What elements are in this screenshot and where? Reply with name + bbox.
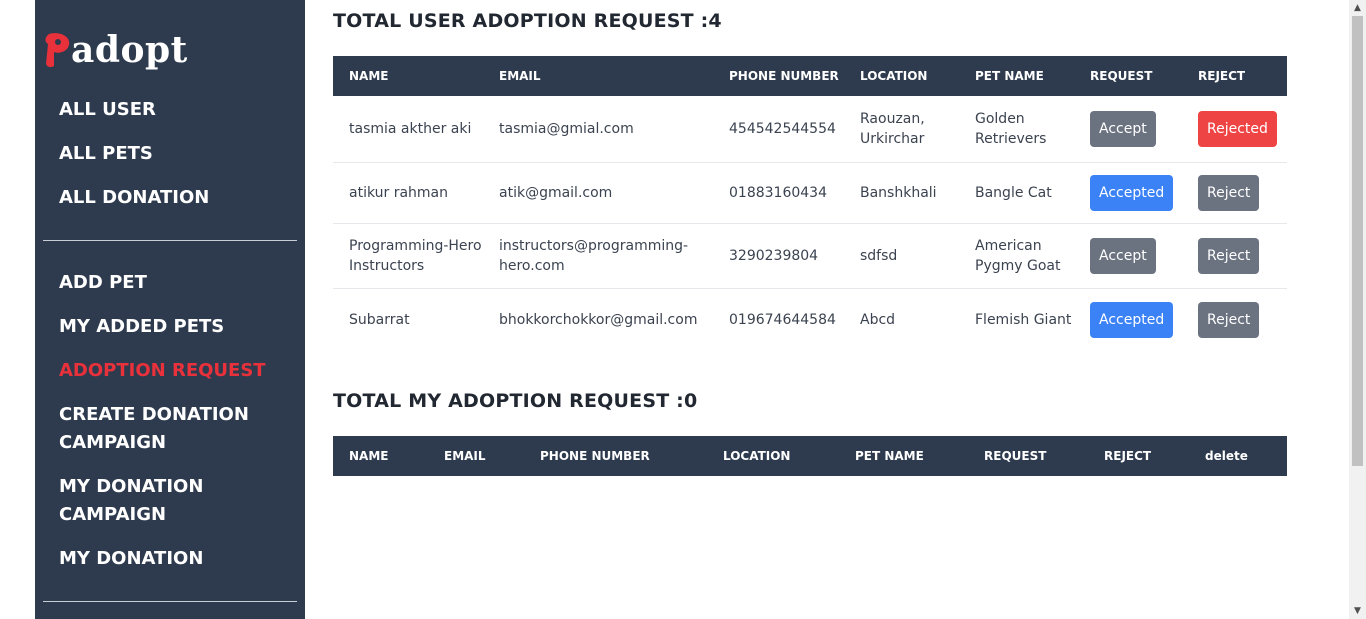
nav-add-pet[interactable]: ADD PET bbox=[59, 269, 299, 297]
cell-pet-name: Bangle Cat bbox=[975, 184, 1052, 201]
cell-name: tasmia akther aki bbox=[349, 120, 472, 137]
user-requests-title: TOTAL USER ADOPTION REQUEST :4 bbox=[333, 10, 722, 32]
column-header: EMAIL bbox=[444, 449, 486, 463]
nav-adoption-request[interactable]: ADOPTION REQUEST bbox=[59, 357, 299, 385]
rejected-button[interactable]: Rejected bbox=[1198, 110, 1277, 147]
accepted-button[interactable]: Accepted bbox=[1090, 174, 1174, 211]
scroll-down-icon[interactable]: ▼ bbox=[1349, 603, 1366, 619]
cell-location: sdfsd bbox=[860, 247, 898, 264]
cell-request: Accepted bbox=[1074, 288, 1182, 352]
accept-button[interactable]: Accept bbox=[1090, 237, 1156, 274]
logo[interactable]: adopt bbox=[43, 28, 188, 72]
nav-my-added-pets[interactable]: MY ADDED PETS bbox=[59, 313, 299, 341]
scroll-thumb[interactable] bbox=[1352, 16, 1363, 466]
table-row: atikur rahman atik@gmail.com 01883160434… bbox=[333, 162, 1287, 223]
user-requests-table: NAME EMAIL PHONE NUMBER LOCATION PET NAM… bbox=[333, 56, 1287, 352]
cell-location: Raouzan, Urkirchar bbox=[860, 110, 925, 147]
nav-my-donation-campaign[interactable]: MY DONATION CAMPAIGN bbox=[59, 473, 259, 529]
cell-phone: 3290239804 bbox=[729, 247, 819, 264]
accept-button[interactable]: Accept bbox=[1090, 110, 1156, 147]
sidebar-divider bbox=[43, 601, 297, 602]
cell-reject: Reject bbox=[1182, 288, 1287, 352]
cell-phone: 019674644584 bbox=[729, 312, 836, 329]
reject-button[interactable]: Reject bbox=[1198, 174, 1260, 211]
reject-button[interactable]: Reject bbox=[1198, 237, 1260, 274]
cell-name: Programming-Hero Instructors bbox=[349, 237, 482, 274]
cell-pet-name: Flemish Giant bbox=[975, 312, 1072, 329]
cell-email: tasmia@gmial.com bbox=[499, 120, 634, 137]
column-header: EMAIL bbox=[499, 69, 541, 83]
column-header: NAME bbox=[349, 449, 389, 463]
cell-email: bhokkorchokkor@gmail.com bbox=[499, 312, 698, 329]
column-header: REQUEST bbox=[984, 449, 1047, 463]
column-header: PHONE NUMBER bbox=[540, 449, 650, 463]
paw-logo-icon bbox=[43, 30, 73, 70]
page: adopt ALL USER ALL PETS ALL DONATION ADD… bbox=[0, 0, 1366, 619]
column-header: REJECT bbox=[1198, 69, 1246, 83]
column-header: PHONE NUMBER bbox=[729, 69, 839, 83]
my-requests-title: TOTAL MY ADOPTION REQUEST :0 bbox=[333, 390, 698, 412]
cell-phone: 01883160434 bbox=[729, 184, 827, 201]
table-header-row: NAME EMAIL PHONE NUMBER LOCATION PET NAM… bbox=[333, 436, 1287, 476]
column-header: REJECT bbox=[1104, 449, 1152, 463]
sidebar: adopt ALL USER ALL PETS ALL DONATION ADD… bbox=[35, 0, 305, 619]
cell-email: instructors@programming-hero.com bbox=[499, 237, 689, 274]
table-row: Programming-Hero Instructors instructors… bbox=[333, 223, 1287, 288]
table-row: Subarrat bhokkorchokkor@gmail.com 019674… bbox=[333, 288, 1287, 352]
cell-pet-name: American Pygmy Goat bbox=[975, 237, 1061, 274]
column-header: PET NAME bbox=[855, 449, 924, 463]
cell-location: Banshkhali bbox=[860, 184, 937, 201]
cell-reject: Reject bbox=[1182, 162, 1287, 223]
column-header: LOCATION bbox=[860, 69, 928, 83]
cell-request: Accept bbox=[1074, 96, 1182, 162]
nav-create-donation-campaign[interactable]: CREATE DONATION CAMPAIGN bbox=[59, 401, 259, 457]
vertical-scrollbar[interactable]: ▲ ▼ bbox=[1349, 0, 1366, 619]
cell-reject: Rejected bbox=[1182, 96, 1287, 162]
column-header: delete bbox=[1205, 449, 1248, 463]
scroll-up-icon[interactable]: ▲ bbox=[1349, 0, 1366, 16]
nav-my-donation[interactable]: MY DONATION bbox=[59, 545, 299, 573]
cell-location: Abcd bbox=[860, 312, 896, 329]
reject-button[interactable]: Reject bbox=[1198, 302, 1260, 339]
cell-pet-name: Golden Retrievers bbox=[975, 110, 1047, 147]
cell-reject: Reject bbox=[1182, 223, 1287, 288]
nav-all-donation[interactable]: ALL DONATION bbox=[59, 184, 299, 212]
cell-request: Accepted bbox=[1074, 162, 1182, 223]
cell-name: Subarrat bbox=[349, 312, 410, 329]
cell-email: atik@gmail.com bbox=[499, 184, 613, 201]
cell-name: atikur rahman bbox=[349, 184, 449, 201]
nav-all-pets[interactable]: ALL PETS bbox=[59, 140, 299, 168]
accepted-button[interactable]: Accepted bbox=[1090, 302, 1174, 339]
my-requests-table: NAME EMAIL PHONE NUMBER LOCATION PET NAM… bbox=[333, 436, 1287, 476]
table-header-row: NAME EMAIL PHONE NUMBER LOCATION PET NAM… bbox=[333, 56, 1287, 96]
cell-request: Accept bbox=[1074, 223, 1182, 288]
cell-phone: 454542544554 bbox=[729, 120, 836, 137]
sidebar-divider bbox=[43, 240, 297, 241]
table-row: tasmia akther aki tasmia@gmial.com 45454… bbox=[333, 96, 1287, 162]
column-header: LOCATION bbox=[723, 449, 791, 463]
column-header: NAME bbox=[349, 69, 389, 83]
column-header: PET NAME bbox=[975, 69, 1044, 83]
logo-text: adopt bbox=[71, 29, 188, 71]
nav-all-user[interactable]: ALL USER bbox=[59, 96, 299, 124]
column-header: REQUEST bbox=[1090, 69, 1153, 83]
